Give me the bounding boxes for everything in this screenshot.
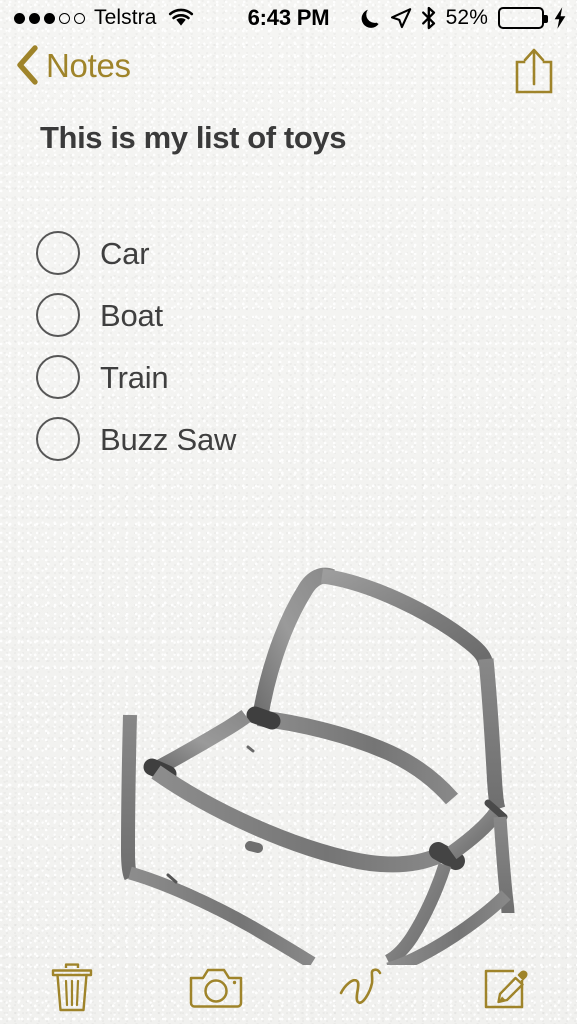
checklist-item-label[interactable]: Car — [100, 238, 150, 269]
location-arrow-icon — [390, 8, 411, 29]
camera-icon — [190, 968, 243, 1008]
battery-percent-label: 52% — [445, 6, 488, 29]
camera-button[interactable] — [144, 952, 288, 1024]
checklist-item-3[interactable]: Buzz Saw — [36, 408, 516, 470]
sketch-strokes — [121, 567, 515, 965]
chevron-left-icon — [17, 45, 38, 85]
sketch-button[interactable] — [289, 952, 433, 1024]
compose-button[interactable] — [433, 952, 577, 1024]
lightning-bolt-icon — [554, 7, 566, 29]
checkbox-circle-icon[interactable] — [36, 231, 80, 275]
checkbox-circle-icon[interactable] — [36, 293, 80, 337]
checklist-item-2[interactable]: Train — [36, 346, 516, 408]
notes-app-screen: Telstra 6:43 PM 52% Notes This is my lis… — [0, 0, 577, 1024]
checklist-item-label[interactable]: Train — [100, 362, 169, 393]
squiggle-icon — [339, 968, 381, 1005]
bottom-toolbar — [0, 952, 577, 1024]
note-title[interactable]: This is my list of toys — [40, 120, 346, 156]
bluetooth-icon — [421, 6, 435, 30]
status-bar-right: 52% — [361, 0, 567, 36]
back-button-label: Notes — [46, 46, 131, 84]
checkbox-circle-icon[interactable] — [36, 417, 80, 461]
checklist-item-0[interactable]: Car — [36, 222, 516, 284]
back-to-notes-button[interactable]: Notes — [14, 44, 131, 86]
checkbox-circle-icon[interactable] — [36, 355, 80, 399]
checklist-item-1[interactable]: Boat — [36, 284, 516, 346]
trash-icon — [51, 963, 93, 1012]
battery-icon — [498, 7, 548, 29]
share-icon — [515, 48, 553, 94]
checklist-item-label[interactable]: Buzz Saw — [100, 424, 236, 455]
status-bar: Telstra 6:43 PM 52% — [0, 0, 577, 36]
checklist-item-label[interactable]: Boat — [100, 300, 163, 331]
checklist: Car Boat Train Buzz Saw — [36, 222, 516, 470]
moon-icon — [361, 9, 379, 28]
compose-icon — [484, 969, 528, 1009]
share-button[interactable] — [511, 46, 557, 101]
hand-drawn-chair-sketch — [121, 567, 515, 965]
navigation-bar: Notes — [0, 36, 577, 104]
delete-note-button[interactable] — [0, 952, 144, 1024]
